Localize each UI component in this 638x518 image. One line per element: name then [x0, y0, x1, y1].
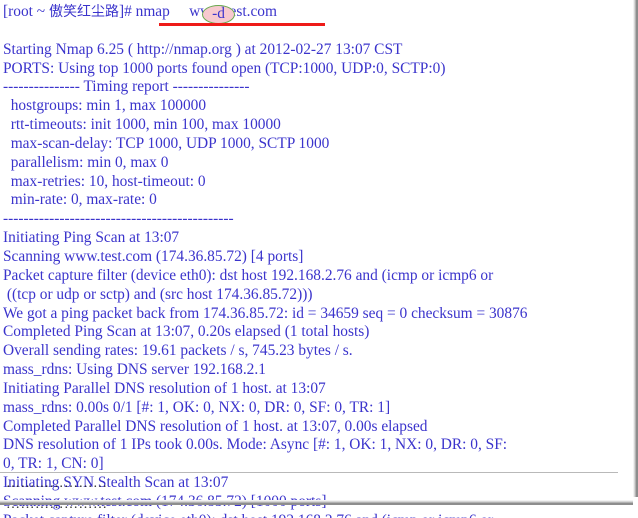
output-line: Overall sending rates: 19.61 packets / s…	[3, 342, 353, 360]
window-right-edge-shadow	[633, 0, 638, 497]
command-flag: -d	[212, 5, 225, 22]
output-line: Scanning www.test.com (174.36.85.72) [4 …	[3, 247, 304, 265]
terminal-output[interactable]: [root ~ 傲笑红尘路]# nmap www.test.com -d Sta…	[0, 0, 628, 518]
output-line: Starting Nmap 6.25 ( http://nmap.org ) a…	[3, 40, 403, 58]
prompt-prefix: [root ~	[3, 3, 49, 20]
output-line: Initiating Parallel DNS resolution of 1 …	[3, 379, 326, 397]
output-line: ((tcp or udp or sctp) and (src host 174.…	[3, 285, 313, 303]
command-name: nmap	[135, 3, 174, 20]
output-line: max-scan-delay: TCP 1000, UDP 1000, SCTP…	[3, 134, 330, 152]
output-line-separator: ----------------------------------------…	[3, 210, 234, 228]
terminal-screenshot: [root ~ 傲笑红尘路]# nmap www.test.com -d Sta…	[0, 0, 638, 518]
output-line-timing-report-header: --------------- Timing report ----------…	[3, 78, 250, 96]
red-underline-annotation	[159, 23, 325, 26]
output-line: Packet capture filter (device eth0): dst…	[3, 266, 494, 284]
output-line: mass_rdns: 0.00s 0/1 [#: 1, OK: 0, NX: 0…	[3, 398, 391, 416]
output-line: max-retries: 10, host-timeout: 0	[3, 172, 206, 190]
command-flag-placeholder	[174, 3, 186, 20]
prompt-hostname: 傲笑红尘路	[48, 4, 119, 20]
output-line: rtt-timeouts: init 1000, min 100, max 10…	[3, 116, 281, 134]
output-line: min-rate: 0, max-rate: 0	[3, 191, 157, 209]
output-line: Initiating Ping Scan at 13:07	[3, 229, 180, 247]
window-bottom-edge-shadow	[0, 500, 633, 505]
output-line: Completed Ping Scan at 13:07, 0.20s elap…	[3, 323, 370, 341]
horizontal-divider	[0, 472, 618, 473]
output-line: PORTS: Using top 1000 ports found open (…	[3, 59, 446, 77]
output-line: Completed Parallel DNS resolution of 1 h…	[3, 417, 428, 435]
ellipsis-line-1: …………………	[6, 476, 108, 491]
output-line: parallelism: min 0, max 0	[3, 153, 169, 171]
command-prompt-line[interactable]: [root ~ 傲笑红尘路]# nmap www.test.com -d	[3, 3, 628, 26]
output-line: hostgroups: min 1, max 100000	[3, 97, 207, 115]
output-line: We got a ping packet back from 174.36.85…	[3, 304, 528, 322]
output-line: DNS resolution of 1 IPs took 0.00s. Mode…	[3, 436, 508, 454]
prompt-suffix: ]#	[118, 3, 136, 20]
output-line: mass_rdns: Using DNS server 192.168.2.1	[3, 361, 266, 379]
